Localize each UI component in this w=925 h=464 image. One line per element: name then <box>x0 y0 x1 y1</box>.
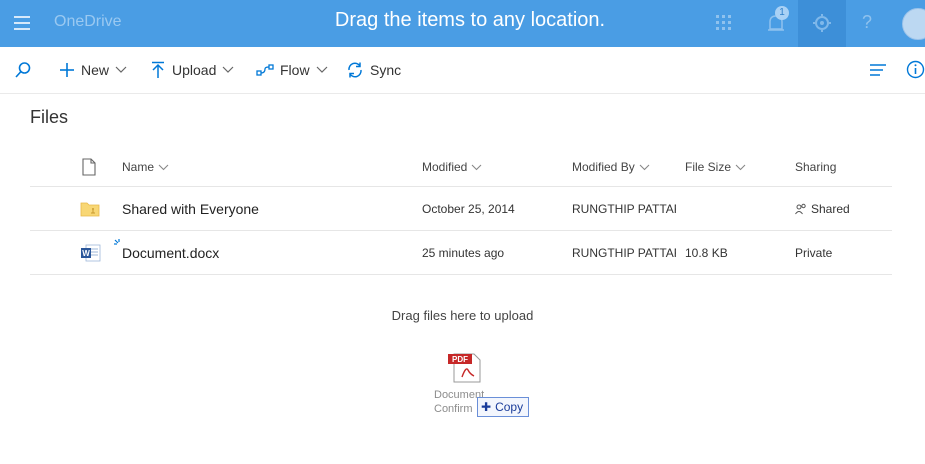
sharing-column-header[interactable]: Sharing <box>795 148 836 186</box>
svg-text:W: W <box>82 249 90 258</box>
avatar[interactable] <box>902 8 925 40</box>
modified-date: October 25, 2014 <box>422 201 515 216</box>
sharing-column-label: Sharing <box>795 160 837 174</box>
help-icon[interactable]: ? <box>862 12 872 33</box>
chevron-down-icon <box>735 164 746 170</box>
document-icon <box>82 158 96 176</box>
pdf-badge-label: PDF <box>452 355 468 364</box>
chevron-down-icon <box>471 164 482 170</box>
new-label: New <box>81 62 110 78</box>
upload-button[interactable]: Upload <box>150 60 234 80</box>
table-header: Name Modified Modified By File Size Shar… <box>30 148 892 187</box>
name-column-header[interactable]: Name <box>122 148 169 186</box>
copy-tooltip: ✚ Copy <box>477 397 530 417</box>
modified-column-header[interactable]: Modified <box>422 148 482 186</box>
upload-icon <box>152 61 164 78</box>
file-type-column-header[interactable] <box>82 148 96 186</box>
sync-label: Sync <box>370 62 402 78</box>
upload-drop-zone-hint: Drag files here to upload <box>391 308 534 323</box>
file-name[interactable]: Shared with Everyone <box>122 187 259 230</box>
folder-icon <box>80 187 100 230</box>
info-icon[interactable] <box>906 60 925 79</box>
chevron-down-icon <box>158 164 169 170</box>
modified-date: 25 minutes ago <box>422 245 505 260</box>
modified-by-column-header[interactable]: Modified By <box>572 148 650 186</box>
people-icon <box>795 203 806 214</box>
notification-badge: 1 <box>775 6 789 20</box>
flow-label: Flow <box>280 62 310 78</box>
modified-by-column-label: Modified By <box>572 160 635 174</box>
file-list: Name Modified Modified By File Size Shar… <box>30 148 892 275</box>
view-options-icon[interactable] <box>869 63 887 77</box>
modified-column-label: Modified <box>422 160 468 174</box>
chevron-down-icon <box>639 164 650 170</box>
file-name[interactable]: Document.docx <box>122 231 219 274</box>
flow-button[interactable]: Flow <box>256 60 328 80</box>
sharing-label: Shared <box>811 201 850 216</box>
modified-by: RUNGTHIP PATTAR <box>572 245 676 260</box>
table-row[interactable]: Shared with Everyone October 25, 2014 RU… <box>30 187 892 231</box>
word-document-icon: W <box>80 231 102 274</box>
table-row[interactable]: W Document.docx 25 minutes ago RUNGTHIP … <box>30 231 892 275</box>
sync-button[interactable]: Sync <box>346 60 401 80</box>
plus-icon: ✚ <box>481 400 492 414</box>
new-button[interactable]: New <box>59 60 127 80</box>
copy-label: Copy <box>495 400 524 414</box>
settings-button[interactable] <box>798 0 846 47</box>
command-bar: New Upload Flow Sync <box>0 47 925 94</box>
file-size: 10.8 KB <box>685 245 728 260</box>
flow-icon <box>256 64 274 76</box>
search-icon[interactable] <box>14 61 32 79</box>
sharing-status: Private <box>795 245 833 260</box>
name-column-label: Name <box>122 160 155 174</box>
chevron-down-icon <box>115 66 127 73</box>
upload-label: Upload <box>172 62 217 78</box>
suite-bar: OneDrive Drag the items to any location.… <box>0 0 925 47</box>
sharing-status: Shared <box>795 187 850 230</box>
sync-icon <box>348 62 362 78</box>
plus-icon <box>60 63 74 77</box>
page-title: Files <box>30 107 69 127</box>
file-size-column-label: File Size <box>685 160 732 174</box>
pdf-file-icon: PDF <box>448 353 481 383</box>
chevron-down-icon <box>222 66 234 73</box>
gear-icon <box>813 14 831 32</box>
modified-by: RUNGTHIP PATTAR <box>572 201 676 216</box>
chevron-down-icon <box>316 66 327 73</box>
app-launcher-icon[interactable] <box>716 15 732 31</box>
file-size-column-header[interactable]: File Size <box>685 148 746 186</box>
